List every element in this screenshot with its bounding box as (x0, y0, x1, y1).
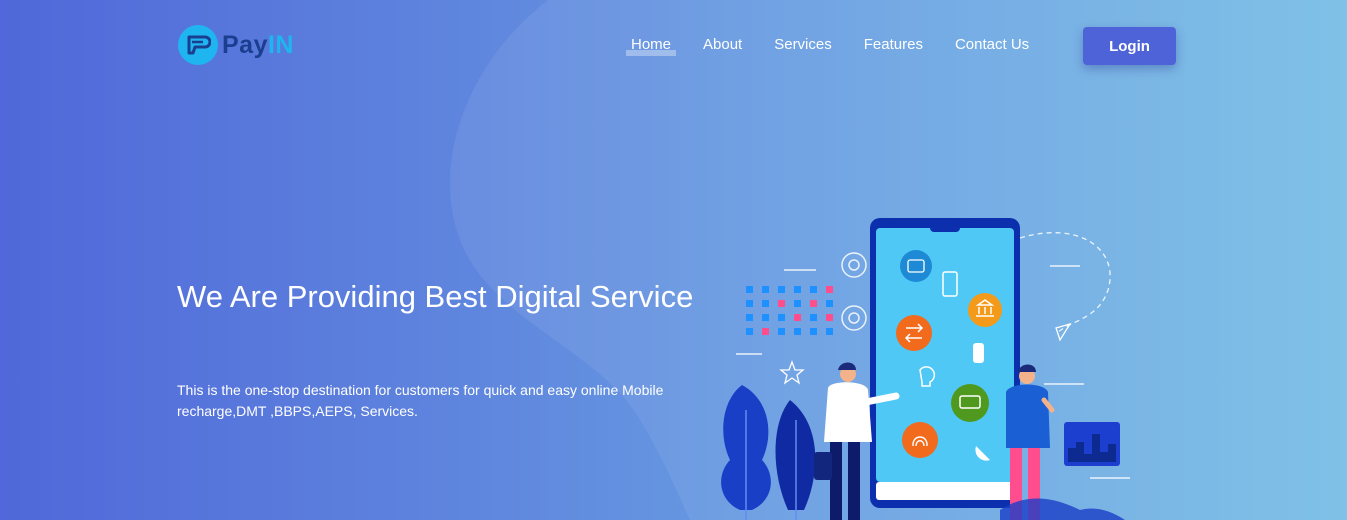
brand-name-in: IN (267, 30, 294, 59)
tree-illustration (721, 385, 816, 520)
star-icon (779, 360, 805, 385)
brand-name-pay: Pay (222, 30, 268, 59)
nav-contact-us[interactable]: Contact Us (955, 36, 1029, 53)
bottle-icon (973, 343, 984, 363)
nav-services[interactable]: Services (774, 36, 832, 53)
fingerprint-icon (902, 422, 938, 458)
top-navbar: PayIN Home About Services Features Conta… (0, 0, 1347, 90)
hero-description: This is the one-stop destination for cus… (177, 382, 664, 419)
person-right-illustration (1006, 364, 1055, 520)
login-button[interactable]: Login (1083, 27, 1176, 65)
hero-title: We Are Providing Best Digital Service (177, 279, 694, 314)
nav-features[interactable]: Features (864, 36, 923, 53)
dot-grid (746, 286, 833, 335)
hero-illustration (721, 218, 1130, 520)
nav-about[interactable]: About (703, 36, 742, 53)
city-chart-card (1064, 422, 1120, 466)
gear-icon (841, 252, 867, 331)
phone-illustration (870, 218, 1020, 508)
cash-icon (951, 384, 989, 422)
paper-plane-icon (1055, 322, 1072, 342)
wallet-icon (900, 250, 932, 282)
brand-logo[interactable]: PayIN (178, 25, 294, 65)
nav-home[interactable]: Home (625, 36, 677, 56)
main-menu: Home About Services Features Contact Us (625, 36, 1061, 56)
brand-name: PayIN (222, 31, 294, 60)
logo-mark-icon (178, 25, 218, 65)
rupee-exchange-icon (896, 315, 932, 351)
